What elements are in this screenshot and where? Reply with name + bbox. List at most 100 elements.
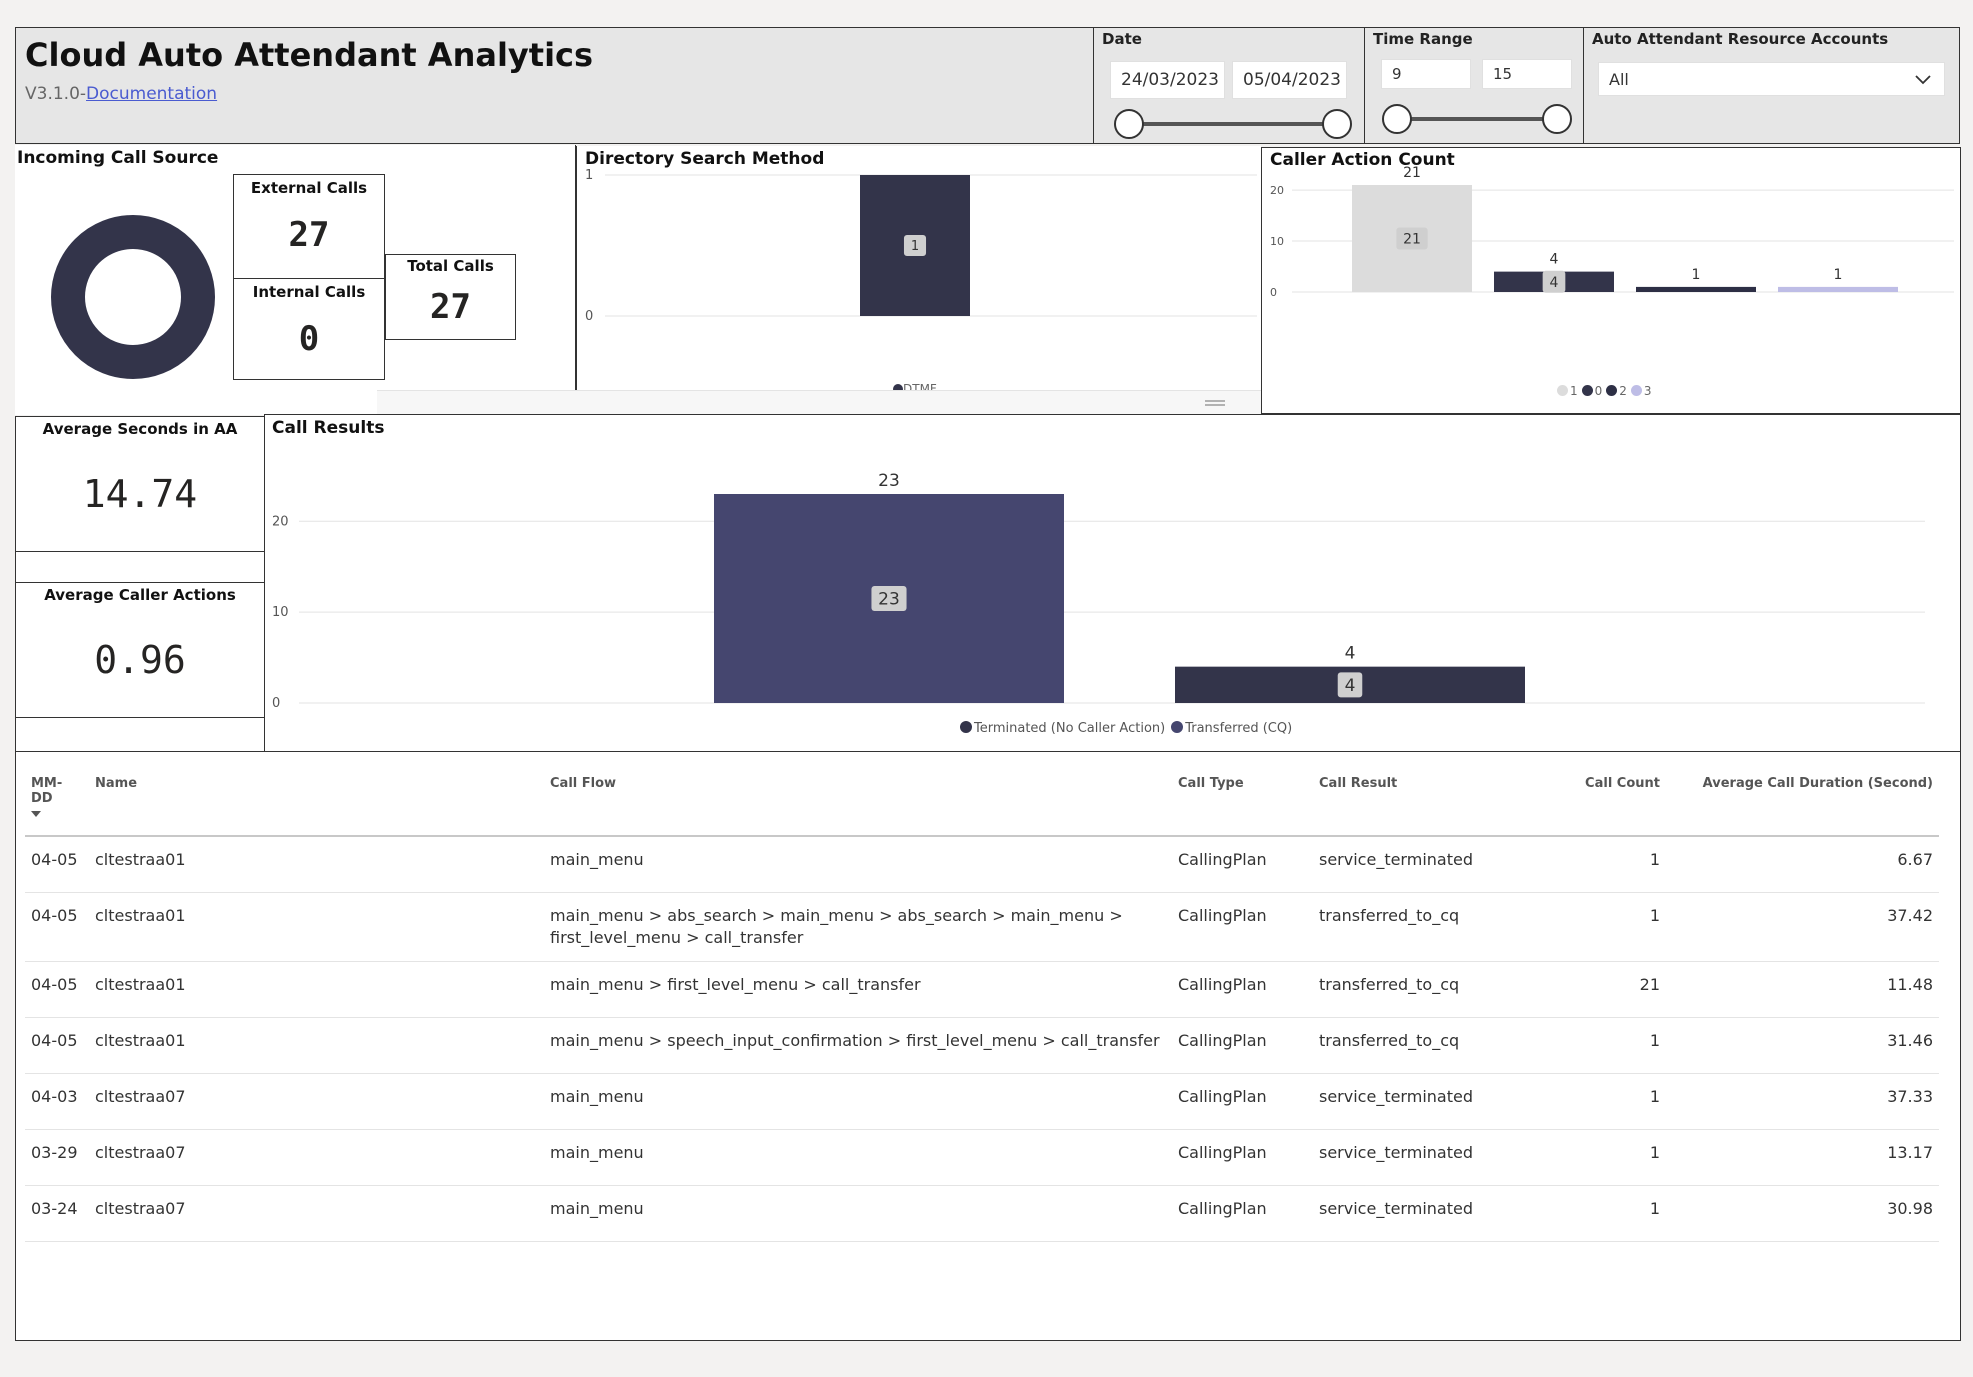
total-calls-card: Total Calls 27: [385, 254, 516, 340]
data-label: 23: [878, 471, 900, 491]
cell-call-count: 1: [1558, 1073, 1666, 1130]
cell-call-result: transferred_to_cq: [1313, 892, 1558, 962]
caller-action-count-legend: 1 0 2 3: [1557, 384, 1656, 398]
time-range-end-input[interactable]: 15: [1482, 59, 1572, 89]
bar-3: [1778, 286, 1898, 292]
time-range-slider-end-handle[interactable]: [1542, 104, 1572, 134]
column-header-call-flow[interactable]: Call Flow: [544, 752, 1172, 837]
cell-name: cltestraa01: [89, 892, 544, 962]
y-tick-label: 0: [1270, 286, 1277, 299]
cell-avg-duration: 11.48: [1666, 961, 1939, 1018]
cell-date: 04-03: [25, 1073, 89, 1130]
date-slider-track[interactable]: [1130, 122, 1334, 126]
total-calls-label: Total Calls: [407, 257, 494, 275]
resource-accounts-dropdown[interactable]: All: [1598, 62, 1945, 96]
time-range-start-input[interactable]: 9: [1381, 59, 1471, 89]
cell-call-flow: main_menu > abs_search > main_menu > abs…: [544, 892, 1172, 962]
legend-item[interactable]: 2: [1606, 384, 1627, 398]
cell-name: cltestraa07: [89, 1129, 544, 1186]
date-end-input[interactable]: 05/04/2023: [1232, 61, 1347, 99]
column-header-call-count[interactable]: Call Count: [1558, 752, 1666, 837]
bar-2: [1636, 286, 1756, 292]
cell-call-flow: main_menu > first_level_menu > call_tran…: [544, 961, 1172, 1018]
cell-call-type: CallingPlan: [1172, 1129, 1313, 1186]
call-results-chart: 0 10 20 23 23 4 4: [272, 471, 1925, 711]
legend-dot: [1606, 385, 1618, 396]
documentation-link[interactable]: Documentation: [86, 84, 217, 104]
kpi-column-foot: [15, 718, 265, 752]
column-header-name[interactable]: Name: [89, 752, 544, 837]
cell-call-count: 1: [1558, 892, 1666, 962]
external-calls-card: External Calls 27: [233, 174, 385, 280]
column-header-avg-duration[interactable]: Average Call Duration (Second): [1666, 752, 1939, 837]
cell-date: 03-24: [25, 1185, 89, 1242]
date-start-input[interactable]: 24/03/2023: [1110, 61, 1225, 99]
call-results-legend: Terminated (No Caller Action) Transferred…: [960, 721, 1298, 736]
table-row[interactable]: 04-05 cltestraa01 main_menu > first_level_…: [25, 961, 1939, 1018]
y-tick-label: 20: [1270, 184, 1284, 197]
cell-call-result: service_terminated: [1313, 1073, 1558, 1130]
external-calls-label: External Calls: [250, 179, 368, 197]
cell-call-result: service_terminated: [1313, 1129, 1558, 1186]
bar-inner-label: 23: [878, 590, 900, 610]
table-row[interactable]: 03-29 cltestraa07 main_menu CallingPlan serv…: [25, 1129, 1939, 1186]
date-slicer-label: Date: [1102, 30, 1142, 48]
legend-item[interactable]: Transferred (CQ): [1171, 721, 1292, 736]
time-range-slider-start-handle[interactable]: [1382, 104, 1412, 134]
visual-resize-handle[interactable]: [377, 390, 1262, 417]
y-tick-label: 20: [272, 514, 289, 529]
column-header-call-result[interactable]: Call Result: [1313, 752, 1558, 837]
table-row[interactable]: 04-03 cltestraa07 main_menu CallingPlan serv…: [25, 1073, 1939, 1130]
directory-search-chart: 0 1 1: [585, 168, 1257, 324]
data-label: 4: [1550, 252, 1559, 268]
cell-call-flow: main_menu: [544, 1185, 1172, 1242]
call-details-table: MM-DD Name Call Flow Call Type Call Resu…: [25, 752, 1939, 1242]
incoming-call-donut: [51, 215, 215, 379]
column-header-call-type[interactable]: Call Type: [1172, 752, 1313, 837]
data-label: 21: [1403, 165, 1421, 181]
cell-avg-duration: 6.67: [1666, 836, 1939, 893]
caller-action-count-panel: Caller Action Count 0 10 20 21 21 4 4 1 1 1023: [1261, 147, 1961, 414]
legend-label: 1: [1570, 384, 1578, 398]
bar-inner-label: 4: [1550, 275, 1559, 291]
y-tick-label: 1: [585, 168, 593, 183]
avg-actions-card: Average Caller Actions 0.96: [15, 582, 265, 718]
legend-item[interactable]: 3: [1630, 384, 1652, 398]
call-details-table-panel: MM-DD Name Call Flow Call Type Call Resu…: [15, 751, 1961, 1341]
cell-name: cltestraa07: [89, 1185, 544, 1242]
y-tick-label: 0: [585, 309, 593, 324]
cell-call-type: CallingPlan: [1172, 1073, 1313, 1130]
date-slider-end-handle[interactable]: [1322, 109, 1352, 139]
internal-calls-label: Internal Calls: [252, 283, 366, 301]
time-range-slider-track[interactable]: [1397, 117, 1555, 121]
drag-handle-icon: [1205, 400, 1225, 406]
avg-seconds-value: 14.74: [82, 472, 198, 516]
column-header-mm-dd[interactable]: MM-DD: [25, 752, 89, 837]
table-row[interactable]: 04-05 cltestraa01 main_menu > abs_search >…: [25, 892, 1939, 962]
legend-dot: [1581, 385, 1593, 396]
cell-name: cltestraa01: [89, 1017, 544, 1074]
donut-ring: [51, 215, 215, 379]
legend-item[interactable]: 0: [1581, 384, 1602, 398]
avg-actions-label: Average Caller Actions: [44, 586, 236, 604]
legend-dot: [1171, 721, 1184, 733]
bar-inner-label: 4: [1345, 676, 1356, 696]
legend-item[interactable]: Terminated (No Caller Action): [960, 721, 1165, 736]
table-row[interactable]: 03-24 cltestraa07 main_menu CallingPlan serv…: [25, 1185, 1939, 1242]
cell-call-type: CallingPlan: [1172, 836, 1313, 893]
y-tick-label: 10: [272, 605, 289, 620]
internal-calls-card: Internal Calls 0: [233, 278, 385, 380]
legend-item[interactable]: 1: [1557, 384, 1578, 398]
cell-call-type: CallingPlan: [1172, 961, 1313, 1018]
legend-label: 3: [1643, 384, 1652, 398]
sort-descending-icon: [31, 811, 41, 817]
cell-avg-duration: 37.42: [1666, 892, 1939, 962]
cell-name: cltestraa07: [89, 1073, 544, 1130]
date-slider-start-handle[interactable]: [1114, 109, 1144, 139]
avg-seconds-label: Average Seconds in AA: [42, 420, 238, 438]
legend-dot: [1630, 385, 1642, 396]
legend-dot: [1557, 385, 1568, 396]
table-row[interactable]: 04-05 cltestraa01 main_menu CallingPlan serv…: [25, 836, 1939, 893]
cell-call-result: transferred_to_cq: [1313, 961, 1558, 1018]
table-row[interactable]: 04-05 cltestraa01 main_menu > speech_input…: [25, 1017, 1939, 1074]
